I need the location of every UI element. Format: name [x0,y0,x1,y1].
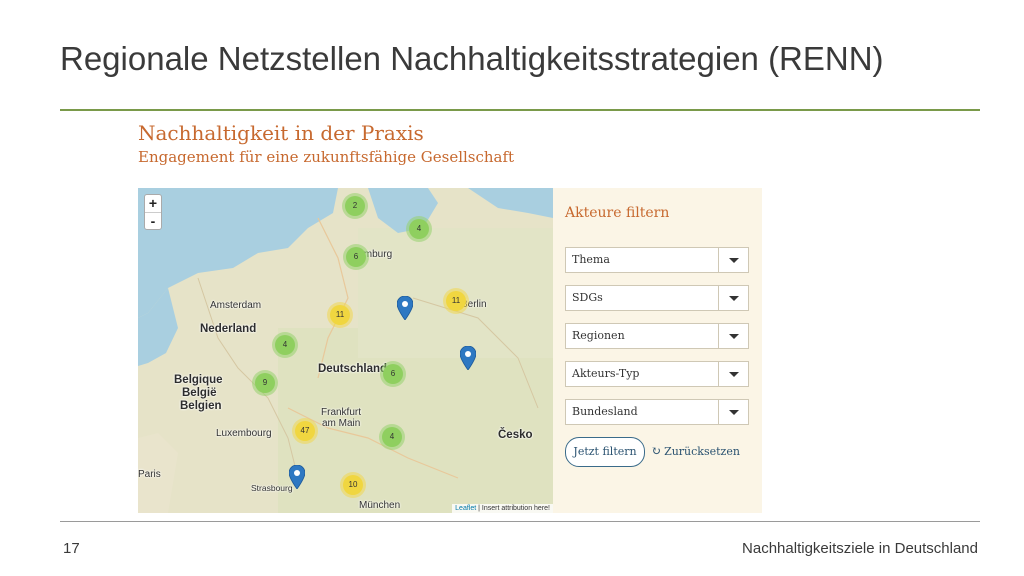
select-value: Akteurs-Typ [572,367,640,380]
marker-cluster[interactable]: 11 [330,305,350,325]
title-divider [60,109,980,111]
chevron-down-icon [718,400,748,424]
screenshot-subtitle: Engagement für eine zukunftsfähige Gesel… [138,148,515,166]
select-value: Thema [572,253,610,266]
marker-cluster[interactable]: 2 [345,196,365,216]
chevron-down-icon [718,286,748,310]
marker-cluster[interactable]: 4 [275,335,295,355]
reset-filter-button[interactable]: ↻ Zurücksetzen [651,444,740,458]
map-label-deutschland: Deutschland [318,363,388,375]
marker-cluster[interactable]: 6 [383,364,403,384]
screenshot-header: Nachhaltigkeit in der Praxis Engagement … [138,120,762,168]
chevron-down-icon [718,324,748,348]
map-label-cesko: Česko [498,429,533,441]
map-label-muenchen: München [359,500,401,511]
zoom-in-button[interactable]: + [145,195,161,212]
chevron-down-icon [718,248,748,272]
reset-icon: ↻ [651,444,662,458]
map-label-nederland: Nederland [200,323,257,335]
map-label-paris: Paris [138,469,161,480]
map-label-frankfurt-am-main: am Main [322,418,361,429]
map-label-belgie: België [182,387,217,399]
zoom-control: + - [144,194,162,230]
select-regionen[interactable]: Regionen [565,323,749,349]
map-pin-icon[interactable] [289,465,305,489]
select-thema[interactable]: Thema [565,247,749,273]
slide-title: Regionale Netzstellen Nachhaltigkeitsstr… [60,40,884,77]
leaflet-link[interactable]: Leaflet [455,505,476,512]
select-value: Regionen [572,329,625,342]
map-pin-icon[interactable] [460,346,476,370]
marker-cluster[interactable]: 11 [446,291,466,311]
select-akteurs-typ[interactable]: Akteurs-Typ [565,361,749,387]
marker-cluster[interactable]: 4 [409,219,429,239]
filter-title: Akteure filtern [565,205,670,221]
marker-cluster[interactable]: 10 [343,475,363,495]
map-view[interactable]: + - Hamburg Berlin Amsterdam Nederland D… [138,188,553,513]
map-base-layer [138,188,553,513]
marker-cluster[interactable]: 4 [382,427,402,447]
footer-text: Nachhaltigkeitsziele in Deutschland [742,540,978,557]
marker-cluster[interactable]: 6 [346,247,366,267]
select-sdgs[interactable]: SDGs [565,285,749,311]
marker-cluster[interactable]: 47 [295,421,315,441]
zoom-out-button[interactable]: - [145,212,161,229]
footer-divider [60,521,980,522]
marker-cluster[interactable]: 9 [255,373,275,393]
chevron-down-icon [718,362,748,386]
page-number: 17 [63,540,80,557]
screenshot-title: Nachhaltigkeit in der Praxis [138,121,424,145]
select-bundesland[interactable]: Bundesland [565,399,749,425]
select-value: Bundesland [572,405,638,418]
apply-filter-button[interactable]: Jetzt filtern [565,437,645,467]
map-attribution: Leaflet | Insert attribution here! [452,504,553,513]
map-pin-icon[interactable] [397,296,413,320]
map-label-amsterdam: Amsterdam [210,300,262,311]
map-label-belgien: Belgien [180,400,222,412]
reset-label: Zurücksetzen [664,445,740,458]
map-label-frankfurt: Frankfurt [321,407,362,418]
attribution-text: | Insert attribution here! [478,505,550,512]
map-label-strasbourg: Strasbourg [251,483,293,493]
map-label-luxembourg: Luxembourg [216,428,272,439]
map-label-belgique: Belgique [174,374,223,386]
select-value: SDGs [572,291,603,304]
filter-panel: Akteure filtern Thema SDGs Regionen Akte… [553,188,762,513]
